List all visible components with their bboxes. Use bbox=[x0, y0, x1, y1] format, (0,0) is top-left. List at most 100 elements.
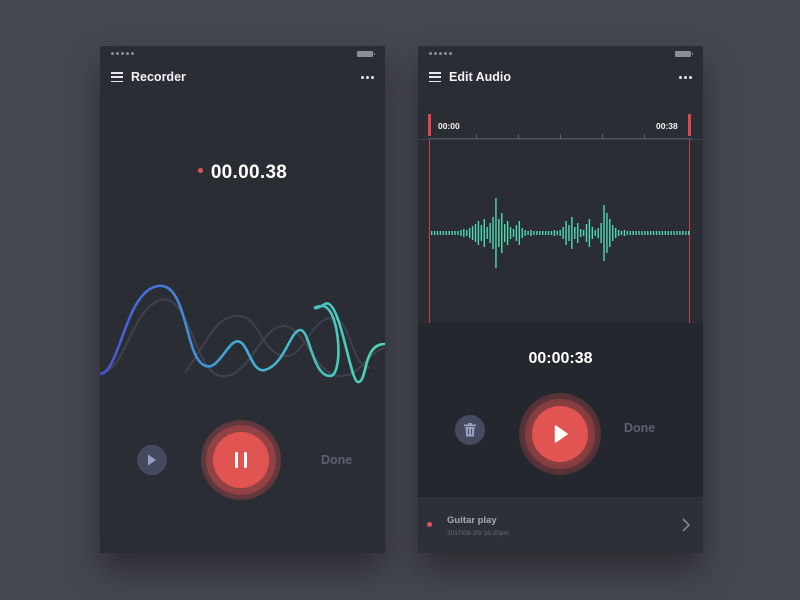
menu-icon[interactable] bbox=[111, 72, 123, 83]
waveform-bar bbox=[460, 230, 462, 236]
waveform-bar bbox=[655, 231, 658, 235]
waveform-bar bbox=[512, 229, 515, 237]
start-time-label: 00:00 bbox=[438, 121, 460, 131]
waveform-bar bbox=[468, 228, 471, 238]
app-bar: Recorder bbox=[100, 68, 385, 88]
waveform-bar bbox=[635, 231, 637, 235]
more-icon[interactable] bbox=[361, 76, 374, 79]
waveform-bar bbox=[632, 231, 634, 235]
waveform-bar bbox=[521, 228, 523, 238]
waveform-bar bbox=[477, 221, 480, 245]
trim-end-handle[interactable] bbox=[688, 114, 691, 136]
waveform-bar bbox=[582, 230, 585, 236]
waveform-bar bbox=[466, 230, 468, 236]
waveform-bar bbox=[641, 231, 643, 235]
battery-icon bbox=[357, 51, 375, 57]
waveform-bar bbox=[565, 221, 567, 245]
trim-timeline[interactable]: 00:00 00:38 bbox=[418, 114, 703, 139]
waveform-bar bbox=[457, 231, 459, 235]
waveform-bars bbox=[431, 198, 690, 268]
waveform-bar bbox=[556, 231, 558, 235]
recording-indicator bbox=[427, 522, 432, 527]
play-button[interactable] bbox=[532, 406, 588, 462]
pause-button-halo bbox=[201, 420, 281, 500]
waveform-bar bbox=[588, 219, 591, 247]
waveform-bar bbox=[544, 231, 547, 235]
pause-button[interactable] bbox=[213, 432, 269, 488]
waveform-bar bbox=[597, 228, 599, 238]
play-button-halo bbox=[519, 393, 601, 475]
waveform-bar bbox=[536, 231, 538, 235]
live-waveform bbox=[100, 284, 385, 384]
waveform-bar bbox=[509, 227, 512, 239]
waveform-bar bbox=[451, 231, 453, 235]
waveform-bar bbox=[664, 231, 667, 235]
play-button[interactable] bbox=[137, 445, 167, 475]
waveform-bar bbox=[667, 231, 669, 235]
waveform-bar bbox=[626, 231, 629, 235]
waveform-bar bbox=[442, 231, 445, 235]
waveform-bar bbox=[568, 225, 570, 241]
waveform-bar bbox=[445, 231, 447, 235]
waveform-bar bbox=[688, 231, 690, 235]
waveform-bar bbox=[614, 228, 617, 238]
done-button[interactable]: Done bbox=[624, 421, 655, 435]
page-title: Recorder bbox=[131, 70, 186, 84]
trim-start-handle[interactable] bbox=[428, 114, 431, 136]
waveform-bar bbox=[685, 231, 687, 235]
page-title: Edit Audio bbox=[449, 70, 512, 84]
waveform-bar bbox=[515, 225, 518, 241]
waveform-bar bbox=[483, 219, 485, 247]
waveform-bar bbox=[547, 231, 550, 235]
waveform-bar bbox=[670, 231, 672, 235]
waveform-bar bbox=[553, 230, 556, 236]
waveform-bar bbox=[471, 226, 474, 240]
waveform-bar bbox=[638, 231, 640, 235]
waveform-bar bbox=[606, 213, 608, 253]
recording-list-item[interactable]: Guitar play 2017/08-20/ 16:20pm bbox=[418, 497, 703, 553]
waveform-bar bbox=[612, 225, 614, 241]
status-bar bbox=[100, 50, 385, 62]
waveform-bar bbox=[501, 213, 503, 253]
waveform-bar bbox=[603, 205, 605, 261]
signal-icon bbox=[429, 52, 452, 55]
waveform-bar bbox=[524, 230, 526, 236]
waveform-bar bbox=[673, 231, 675, 235]
pause-icon bbox=[235, 452, 238, 468]
waveform-bar bbox=[650, 231, 652, 235]
waveform-bar bbox=[658, 231, 661, 235]
waveform-bar bbox=[539, 231, 541, 235]
waveform-bar bbox=[682, 231, 684, 235]
waveform-bar bbox=[571, 217, 573, 249]
waveform-bar bbox=[620, 231, 623, 235]
more-icon[interactable] bbox=[679, 76, 692, 79]
waveform-bar bbox=[574, 227, 576, 239]
waveform-bar bbox=[454, 231, 456, 235]
waveform-bar bbox=[623, 230, 626, 236]
waveform-bar bbox=[617, 230, 620, 236]
waveform-bar bbox=[541, 231, 544, 235]
waveform-bar bbox=[652, 231, 655, 235]
waveform-bar bbox=[431, 231, 433, 235]
waveform-bar bbox=[489, 223, 491, 243]
waveform-bar bbox=[433, 231, 436, 235]
chevron-right-icon[interactable] bbox=[682, 518, 690, 532]
signal-icon bbox=[111, 52, 134, 55]
delete-button[interactable] bbox=[455, 415, 485, 445]
recording-name: Guitar play bbox=[447, 515, 497, 526]
waveform-bar bbox=[577, 223, 579, 243]
waveform-bar bbox=[594, 230, 596, 236]
waveform-bar bbox=[480, 225, 483, 241]
waveform-bar bbox=[676, 231, 678, 235]
waveform-bar bbox=[436, 231, 439, 235]
waveform-bar bbox=[498, 219, 500, 247]
audio-waveform-area[interactable] bbox=[418, 139, 703, 325]
waveform-bar bbox=[506, 221, 509, 245]
status-bar bbox=[418, 50, 703, 62]
menu-icon[interactable] bbox=[429, 72, 441, 83]
waveform-bar bbox=[562, 227, 564, 239]
done-button[interactable]: Done bbox=[321, 453, 352, 467]
play-icon bbox=[148, 454, 156, 466]
recording-timer: 00.00.38 bbox=[100, 162, 385, 184]
edit-audio-screen: Edit Audio 00:00 00:38 00:00:38 Done Gui… bbox=[418, 46, 703, 553]
